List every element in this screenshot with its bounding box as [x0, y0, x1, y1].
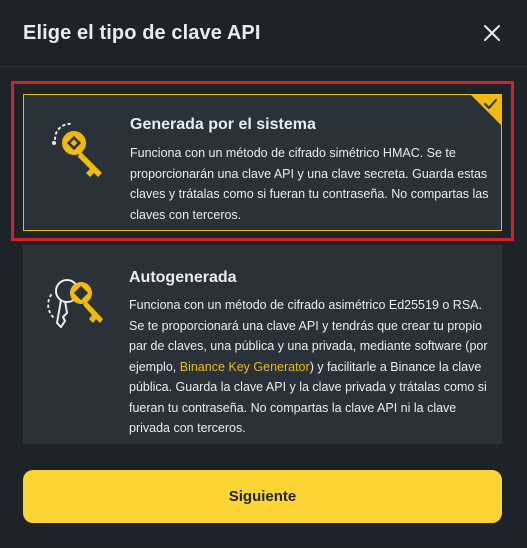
- selected-check-icon: [471, 95, 501, 125]
- close-icon[interactable]: [483, 24, 501, 42]
- header-divider: [0, 66, 527, 67]
- binance-key-generator-link[interactable]: Binance Key Generator: [180, 360, 310, 374]
- option-system-generated[interactable]: Generada por el sistema Funciona con un …: [23, 94, 502, 231]
- key-pair-icon: [47, 279, 103, 328]
- key-icon: [52, 122, 102, 177]
- api-key-type-dialog: Elige el tipo de clave API Generada por …: [0, 0, 527, 548]
- option-description: Funciona con un método de cifrado asimét…: [129, 295, 499, 439]
- option-description: Funciona con un método de cifrado simétr…: [130, 146, 489, 222]
- option-title: Generada por el sistema: [130, 116, 316, 133]
- dialog-title: Elige el tipo de clave API: [23, 22, 261, 44]
- next-button[interactable]: Siguiente: [23, 470, 502, 523]
- option-title: Autogenerada: [129, 269, 237, 286]
- option-self-generated[interactable]: Autogenerada Funciona con un método de c…: [23, 245, 502, 444]
